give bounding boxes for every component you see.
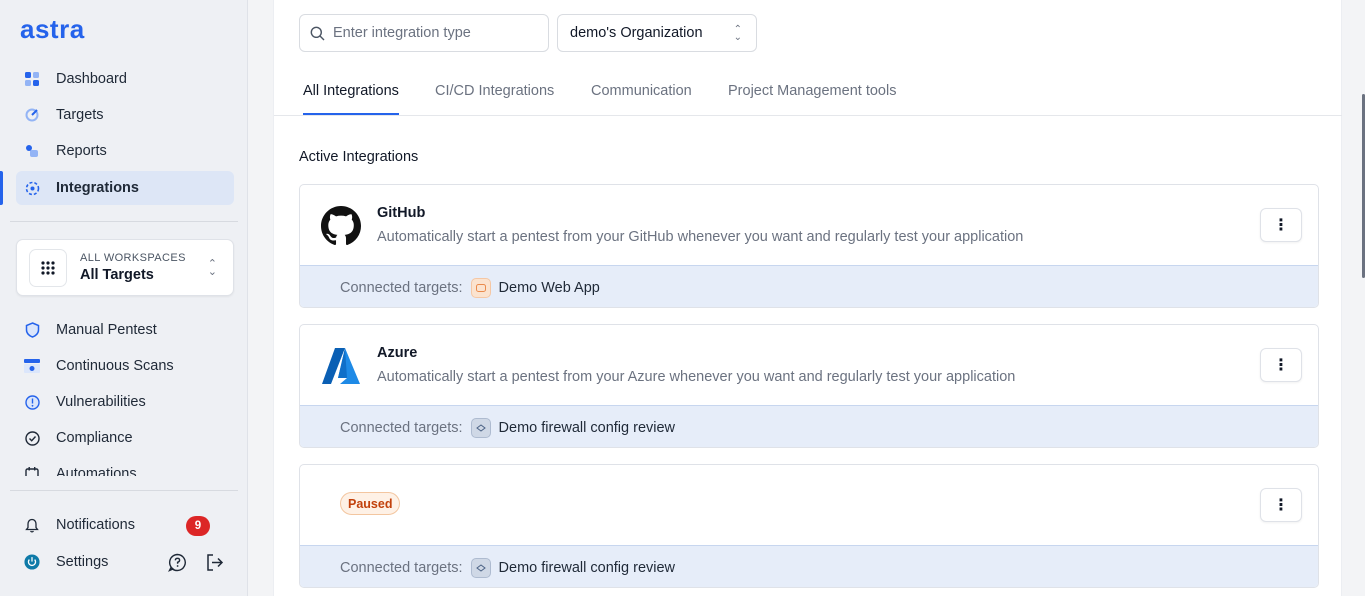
azure-icon: [320, 345, 362, 387]
integration-name: Azure: [377, 345, 418, 361]
sidebar-item-integrations[interactable]: Integrations: [16, 171, 234, 205]
kebab-icon: ⋮: [1273, 357, 1289, 374]
reports-icon: [24, 143, 40, 159]
kebab-icon: ⋮: [1273, 217, 1289, 234]
tab-communication[interactable]: Communication: [591, 83, 692, 115]
connected-targets-bar: Connected targets: Demo Web App: [300, 265, 1318, 307]
dashboard-icon: [24, 71, 40, 87]
tab-cicd-integrations[interactable]: CI/CD Integrations: [435, 83, 554, 115]
divider: [10, 221, 238, 222]
more-options-button[interactable]: ⋮: [1260, 348, 1302, 382]
integration-card-azure: Azure Automatically start a pentest from…: [299, 324, 1319, 448]
sidebar-item-targets[interactable]: Targets: [16, 98, 234, 132]
sidebar-item-label: Integrations: [56, 180, 139, 196]
integration-card-paused: Paused ⋮ Connected targets: Demo firewal…: [299, 464, 1319, 588]
connected-targets-label: Connected targets:: [340, 559, 463, 576]
search-input[interactable]: Enter integration type: [299, 14, 549, 52]
sidebar-item-label: Targets: [56, 107, 104, 123]
integrations-icon: [24, 180, 40, 196]
main-panel: Enter integration type demo's Organizati…: [273, 0, 1342, 596]
section-title: Active Integrations: [299, 149, 419, 165]
sidebar-item-compliance[interactable]: Compliance: [16, 421, 234, 455]
github-icon: [320, 205, 362, 247]
sidebar-item-continuous-scans[interactable]: Continuous Scans: [16, 349, 234, 383]
sidebar-item-label: Manual Pentest: [56, 322, 157, 338]
sidebar-item-settings[interactable]: Settings: [16, 545, 234, 579]
sidebar-item-reports[interactable]: Reports: [16, 134, 234, 168]
connected-targets-label: Connected targets:: [340, 279, 463, 296]
scan-icon: [24, 358, 40, 374]
divider: [10, 490, 238, 491]
search-icon: [310, 26, 325, 41]
sidebar-item-dashboard[interactable]: Dashboard: [16, 62, 234, 96]
integration-description: Automatically start a pentest from your …: [377, 229, 1024, 245]
grid-icon: [29, 248, 67, 287]
more-options-button[interactable]: ⋮: [1260, 208, 1302, 242]
integration-description: Automatically start a pentest from your …: [377, 369, 1016, 385]
sidebar-item-vulnerabilities[interactable]: Vulnerabilities: [16, 385, 234, 419]
calendar-icon: [24, 466, 40, 476]
workspace-caption: ALL WORKSPACES: [80, 252, 186, 264]
logout-icon[interactable]: [205, 553, 224, 577]
search-placeholder: Enter integration type: [333, 25, 471, 41]
sidebar-item-label: Reports: [56, 143, 107, 159]
sidebar-item-automations[interactable]: Automations: [16, 458, 234, 476]
connected-targets-bar: Connected targets: Demo firewall config …: [300, 405, 1318, 447]
help-chat-icon[interactable]: [168, 553, 187, 577]
tab-bar: All Integrations CI/CD Integrations Comm…: [274, 70, 1342, 116]
sidebar-item-manual-pentest[interactable]: Manual Pentest: [16, 313, 234, 347]
workspace-selector[interactable]: ALL WORKSPACES All Targets ⌃ ⌄: [16, 239, 234, 296]
check-circle-icon: [24, 430, 40, 446]
sidebar-item-label: Automations: [56, 466, 137, 476]
sidebar-item-notifications[interactable]: Notifications 9: [16, 508, 234, 542]
web-app-icon: [470, 277, 491, 298]
sidebar: astra Dashboard Targets Reports Integrat…: [0, 0, 248, 596]
active-indicator: [0, 171, 3, 205]
astra-logo[interactable]: astra: [20, 14, 85, 45]
chevron-updown-icon: ⌃ ⌄: [733, 24, 742, 43]
connected-targets-label: Connected targets:: [340, 419, 463, 436]
firewall-icon: [470, 417, 491, 438]
more-options-button[interactable]: ⋮: [1260, 488, 1302, 522]
sidebar-item-label: Vulnerabilities: [56, 394, 146, 410]
connected-targets-bar: Connected targets: Demo firewall config …: [300, 545, 1318, 587]
vulnerability-icon: [24, 394, 40, 410]
sidebar-item-label: Settings: [56, 554, 109, 570]
connected-target-name[interactable]: Demo Web App: [499, 280, 600, 296]
paused-status-badge: Paused: [340, 492, 401, 515]
chevron-updown-icon: ⌃ ⌄: [207, 258, 217, 278]
kebab-icon: ⋮: [1273, 497, 1289, 514]
tab-project-management[interactable]: Project Management tools: [728, 83, 896, 115]
scroll-clip: Automations: [0, 458, 248, 476]
notification-count-badge: 9: [186, 516, 210, 536]
shield-icon: [24, 322, 40, 338]
sidebar-item-label: Notifications: [56, 517, 135, 533]
tab-all-integrations[interactable]: All Integrations: [303, 83, 399, 115]
organization-select[interactable]: demo's Organization ⌃ ⌄: [557, 14, 757, 52]
firewall-icon: [470, 557, 491, 578]
sidebar-item-label: Continuous Scans: [56, 358, 174, 374]
sidebar-item-label: Compliance: [56, 430, 133, 446]
connected-target-name[interactable]: Demo firewall config review: [499, 420, 675, 436]
bell-icon: [24, 517, 40, 533]
power-icon: [24, 554, 40, 570]
workspace-title: All Targets: [80, 267, 154, 283]
targets-icon: [24, 107, 40, 123]
organization-value: demo's Organization: [570, 25, 703, 41]
integration-name: GitHub: [377, 205, 426, 221]
connected-target-name[interactable]: Demo firewall config review: [499, 560, 675, 576]
integration-card-github: GitHub Automatically start a pentest fro…: [299, 184, 1319, 308]
sidebar-item-label: Dashboard: [56, 71, 127, 87]
